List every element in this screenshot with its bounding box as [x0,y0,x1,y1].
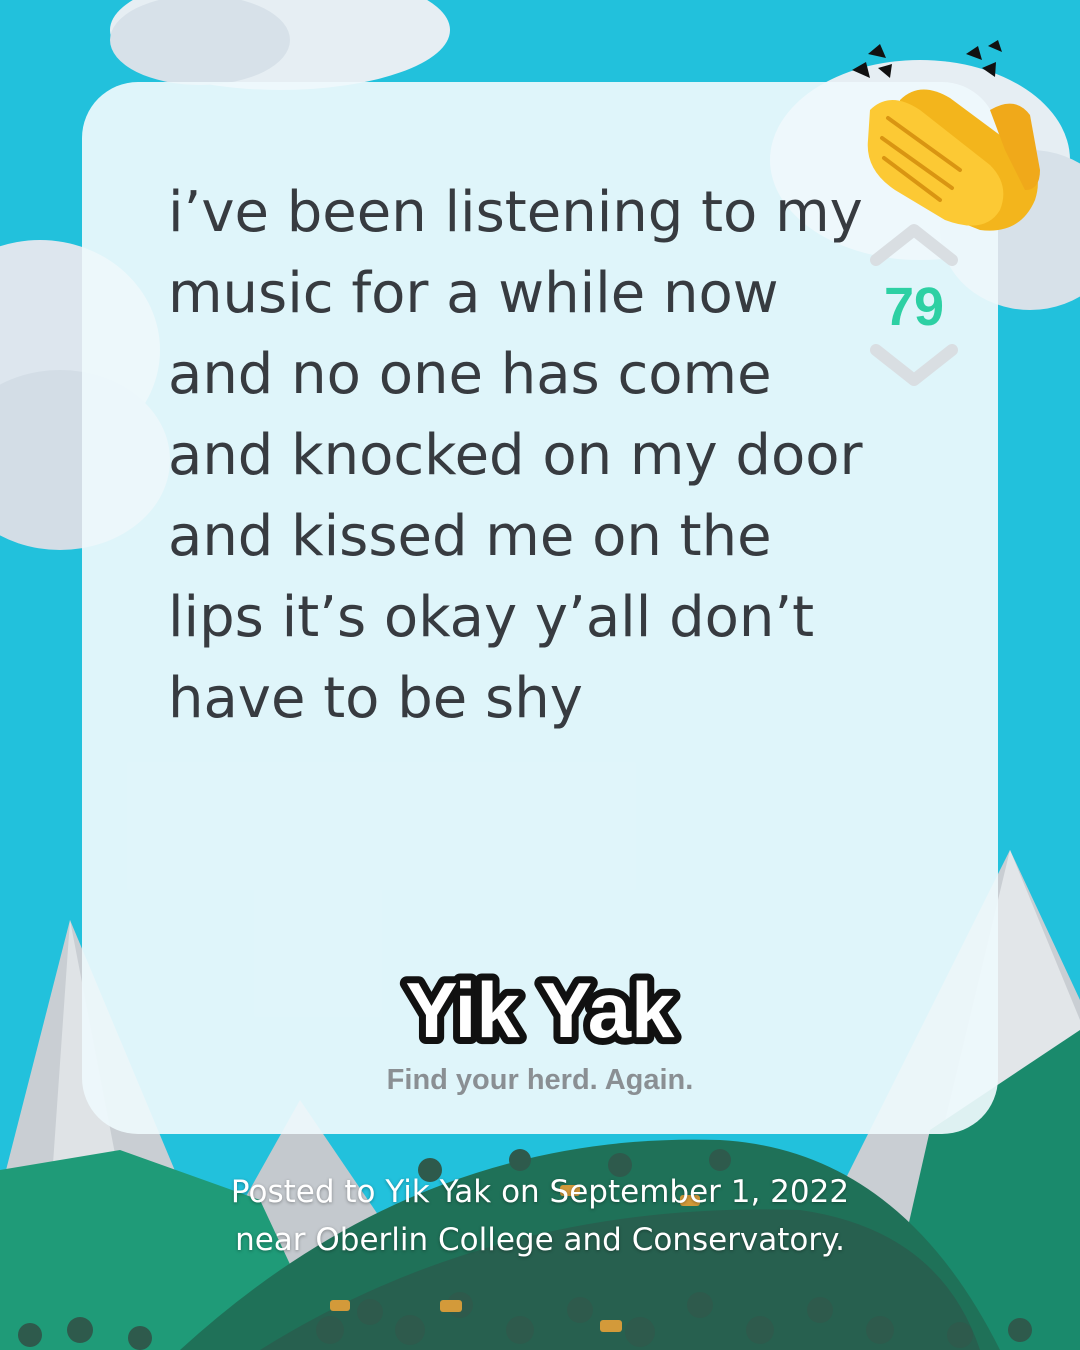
tagline: Find your herd. Again. [386,1064,694,1096]
logo-text: Yik Yak [406,966,676,1054]
logo: Yik Yak [82,952,998,1066]
vote-count: 79 [883,277,945,337]
yik-yak-logo: Yik Yak [399,959,683,1061]
clapping-hands-icon [852,40,1040,231]
chevron-down-icon[interactable] [870,344,958,388]
post-caption: Posted to Yik Yak on September 1, 2022 n… [230,1174,850,1258]
vote-control: 79 [870,222,958,388]
post-text: i’ve been listening to my music for a wh… [168,180,863,731]
